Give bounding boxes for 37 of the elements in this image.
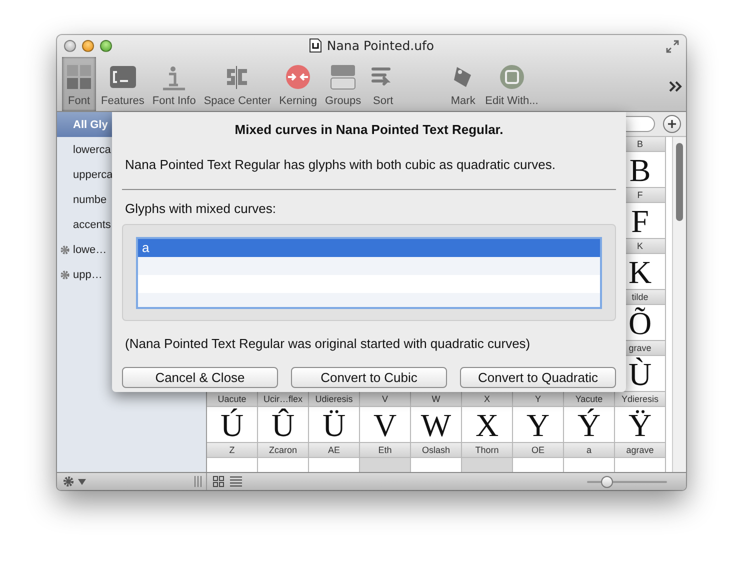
glyph-name: AE [309,443,359,458]
dialog-note: (Nana Pointed Text Regular was original started with quadratic curves) [124,336,532,351]
glyph: Ÿ [628,407,652,442]
glyph: Ù [628,356,652,391]
glyph: F [631,203,649,238]
glyph-name: a [564,443,614,458]
glyph-name: W [411,392,461,407]
glyph: Ú [220,407,244,442]
glyph-name: X [462,392,512,407]
glyph: K [628,254,652,289]
glyph: Û [271,407,295,442]
glyph-name: Udieresis [309,392,359,407]
glyph: B [629,152,651,187]
glyph-name: Yacute [564,392,614,407]
glyph-name: Ucir…flex [258,392,308,407]
glyph-name: Z [207,443,257,458]
glyph: X [475,407,499,442]
glyph-name: Thorn [462,443,512,458]
glyph-name: Ydieresis [615,392,665,407]
window-title: Nana Pointed.ufo [326,38,434,53]
glyph: Ý [577,407,601,442]
glyph-name: Uacute [207,392,257,407]
glyph-name: Zcaron [258,443,308,458]
glyph-name: agrave [615,443,665,458]
glyph: Õ [628,305,652,340]
glyph: W [420,407,452,442]
dialog-title: Mixed curves in Nana Pointed Text Regular. [234,122,504,137]
list-label: Glyphs with mixed curves: [124,201,277,216]
glyph-name: V [360,392,410,407]
glyph-name: OE [513,443,563,458]
glyph-name: Eth [360,443,410,458]
glyph: Ü [322,407,346,442]
glyph: Y [526,407,550,442]
dialog-message: Nana Pointed Text Regular has glyphs with both cubic as quadratic curves. [124,157,556,172]
glyph: V [373,407,397,442]
glyph-name: Y [513,392,563,407]
glyph-name: Oslash [411,443,461,458]
